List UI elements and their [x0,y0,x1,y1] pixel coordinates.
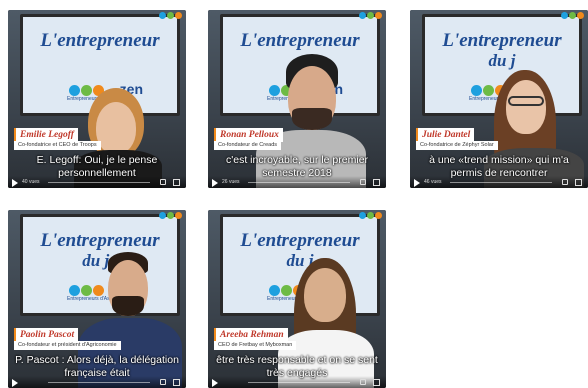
progress-bar[interactable] [248,382,350,383]
channel-logo-icon [561,12,584,19]
speaker-name: Emilie Legoff [14,128,78,142]
speaker-name: Ronan Pelloux [214,128,283,142]
progress-bar[interactable] [450,182,552,183]
volume-icon[interactable] [562,179,568,185]
play-icon[interactable] [212,379,218,387]
view-count: 26 vues [222,179,240,185]
channel-logo-icon [359,12,382,19]
player-controls [8,376,186,388]
view-count: 40 vues [22,179,40,185]
volume-icon[interactable] [160,379,166,385]
view-count: 46 vues [424,179,442,185]
video-tile[interactable]: L'entrepreneur zen Entrepreneurs d'Assur… [8,10,186,188]
speaker-name: Areeba Rehman [214,328,288,342]
progress-bar[interactable] [248,182,350,183]
speaker-name: Julie Dantel [416,128,475,142]
volume-icon[interactable] [160,179,166,185]
video-tile[interactable]: L'entrepreneur du jo Entrepreneurs d'Assu… [8,210,186,388]
play-icon[interactable] [212,179,218,187]
speaker-role: Co-fondateur de Creads [214,141,282,150]
fullscreen-icon[interactable] [575,179,582,186]
play-icon[interactable] [12,379,18,387]
progress-bar[interactable] [48,182,150,183]
speaker-role: Co-fondatrice et CEO de Troops [14,141,101,150]
speaker-name: Paolin Pascot [14,328,79,342]
speaker-role: Co-fondatrice de Zéphyr Solar [416,141,498,150]
channel-logo-icon [159,12,182,19]
play-icon[interactable] [414,179,420,187]
play-icon[interactable] [12,179,18,187]
screen-title: L'entrepreneur [40,30,160,51]
fullscreen-icon[interactable] [173,179,180,186]
speaker-role: Co-fondateur et président d'Agriconomie [14,341,121,350]
progress-bar[interactable] [48,382,150,383]
volume-icon[interactable] [360,179,366,185]
video-tile[interactable]: L'entrepreneur zen Entrepreneurs d'Assur… [208,10,386,188]
speaker-role: CEO de Fretbay et Myboxman [214,341,297,350]
fullscreen-icon[interactable] [373,379,380,386]
player-controls: 46 vues [410,176,588,188]
channel-logo-icon [359,212,382,219]
player-controls [208,376,386,388]
video-tile[interactable]: L'entrepreneurdu j Entrepreneurs d'Assur… [410,10,588,188]
fullscreen-icon[interactable] [173,379,180,386]
channel-logo-icon [159,212,182,219]
player-controls: 26 vues [208,176,386,188]
player-controls: 40 vues [8,176,186,188]
fullscreen-icon[interactable] [373,179,380,186]
volume-icon[interactable] [360,379,366,385]
video-tile[interactable]: L'entrepreneurdu j Entrepreneurs d'Assur… [208,210,386,388]
